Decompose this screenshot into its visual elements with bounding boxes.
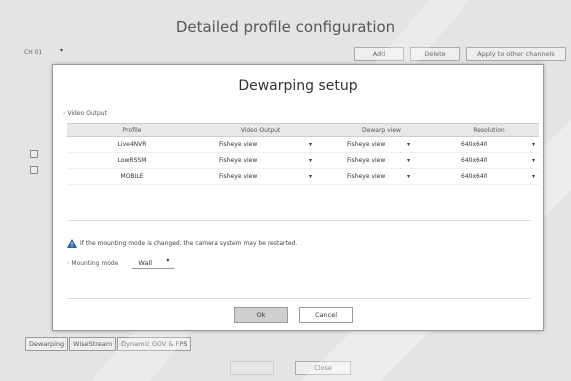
warning-text: If the mounting mode is changed, the cam…: [80, 240, 298, 247]
chevron-down-icon: ▾: [309, 173, 313, 180]
chevron-down-icon: ▾: [407, 173, 411, 180]
channel-select[interactable]: CH 01: [24, 49, 42, 56]
video-output-select[interactable]: Fisheye view ▾: [197, 169, 324, 184]
warning-message: If the mounting mode is changed, the cam…: [67, 239, 297, 248]
video-output-select[interactable]: Fisheye view ▾: [197, 153, 324, 168]
select-value: 640x640: [461, 141, 488, 148]
ok-button[interactable]: Ok: [234, 307, 288, 323]
select-value: Fisheye view: [219, 173, 258, 180]
cancel-button[interactable]: Cancel: [299, 307, 353, 323]
section-divider: [67, 220, 531, 221]
chevron-down-icon: ▾: [532, 173, 536, 180]
bullet-icon: ›: [63, 110, 66, 117]
dialog-title: Dewarping setup: [238, 78, 358, 94]
select-value: Fisheye view: [219, 141, 258, 148]
background-toolbar: CH 01 ▾ Add Delete Apply to other channe…: [0, 47, 571, 63]
dewarp-view-select[interactable]: Fisheye view ▾: [324, 153, 439, 168]
select-value: 640x640: [461, 157, 488, 164]
dewarping-setup-dialog: Dewarping setup › Video Output Profile Vi…: [52, 64, 544, 331]
tab-dewarping[interactable]: Dewarping: [25, 337, 69, 351]
chevron-down-icon: ▾: [532, 141, 536, 148]
select-value: Fisheye view: [347, 173, 386, 180]
add-button[interactable]: Add: [354, 47, 404, 61]
chevron-down-icon: ▾: [166, 257, 170, 264]
column-header-resolution: Resolution: [473, 127, 505, 134]
resolution-select[interactable]: 640x640 ▾: [439, 169, 539, 184]
apply-to-other-channels-button[interactable]: Apply to other channels: [466, 47, 566, 61]
disabled-button: [230, 361, 274, 375]
page-title: Detailed profile configuration: [175, 18, 396, 36]
mounting-mode-row: › Mounting mode Wall ▾: [67, 257, 175, 269]
resolution-select[interactable]: 640x640 ▾: [439, 153, 539, 168]
dewarp-view-select[interactable]: Fisheye view ▾: [324, 137, 439, 152]
column-header-profile: Profile: [122, 127, 142, 134]
chevron-down-icon: ▾: [309, 141, 313, 148]
select-value: Fisheye view: [347, 157, 386, 164]
mounting-mode-select[interactable]: Wall ▾: [132, 257, 175, 269]
section-label-text: Video Output: [67, 110, 107, 117]
chevron-down-icon: ▾: [532, 157, 536, 164]
resolution-select[interactable]: 640x640 ▾: [439, 137, 539, 152]
profile-cell: LowRSSM: [117, 157, 147, 164]
table-header: Profile Video Output Dewarp view Resolut…: [67, 123, 539, 137]
video-output-table: Profile Video Output Dewarp view Resolut…: [67, 123, 539, 185]
table-row: LowRSSM Fisheye view ▾ Fisheye view ▾ 640x…: [67, 153, 539, 169]
profile-cell: MOBILE: [120, 173, 144, 180]
tab-wisestream[interactable]: WiseStream: [69, 337, 117, 351]
video-output-select[interactable]: Fisheye view ▾: [197, 137, 324, 152]
column-header-video-output: Video Output: [240, 127, 281, 134]
select-value: 640x640: [461, 173, 488, 180]
select-value: Wall: [138, 259, 153, 267]
profile-cell: Live4NVR: [117, 141, 147, 148]
row-checkbox[interactable]: [30, 166, 38, 174]
column-header-dewarp-view: Dewarp view: [362, 127, 401, 134]
dewarp-view-select[interactable]: Fisheye view ▾: [324, 169, 439, 184]
close-button[interactable]: Close: [295, 361, 351, 375]
chevron-down-icon: ▾: [407, 141, 411, 148]
delete-button[interactable]: Delete: [410, 47, 460, 61]
background-tabs: Dewarping WiseStream Dynamic GOV & FPS: [25, 331, 192, 351]
footer-divider: [67, 298, 531, 299]
warning-icon: [67, 239, 77, 248]
bullet-icon: ›: [67, 259, 70, 267]
tab-dynamic-gov-fps[interactable]: Dynamic GOV & FPS: [117, 337, 192, 351]
mounting-mode-label: Mounting mode: [71, 259, 119, 267]
chevron-down-icon: ▾: [407, 157, 411, 164]
row-checkbox[interactable]: [30, 150, 38, 158]
chevron-down-icon[interactable]: ▾: [60, 47, 63, 54]
chevron-down-icon: ▾: [309, 157, 313, 164]
select-value: Fisheye view: [219, 157, 258, 164]
video-output-section-label: › Video Output: [63, 110, 107, 117]
table-row: MOBILE Fisheye view ▾ Fisheye view ▾ 640x6…: [67, 169, 539, 185]
table-row: Live4NVR Fisheye view ▾ Fisheye view ▾ 640…: [67, 137, 539, 153]
select-value: Fisheye view: [347, 141, 386, 148]
